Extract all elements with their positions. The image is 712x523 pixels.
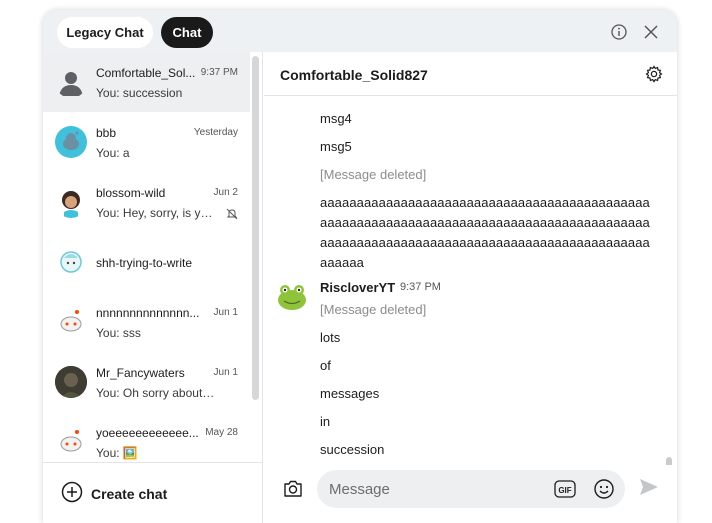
create-chat-row: Create chat <box>43 462 262 523</box>
message-text: msg5 <box>320 139 352 154</box>
message-composer: GIF <box>264 465 677 523</box>
conversation-name: Mr_Fancywaters <box>96 366 185 380</box>
message-input-box: GIF <box>317 470 625 508</box>
camera-icon[interactable] <box>282 478 304 500</box>
conversation-item[interactable]: Mr_Fancywaters Jun 1 You: Oh sorry about… <box>43 352 250 412</box>
message-timestamp: 9:37 PM <box>400 281 441 293</box>
info-icon[interactable] <box>609 22 629 42</box>
chat-topbar: Legacy Chat Chat <box>43 10 677 52</box>
conversation-time: Jun 2 <box>213 187 238 198</box>
avatar <box>55 126 87 158</box>
conversation-preview: You: succession <box>96 86 183 100</box>
conversation-time: Jun 1 <box>213 367 238 378</box>
message-text: succession <box>320 442 385 457</box>
conversation-item[interactable]: Comfortable_Sol... 9:37 PM You: successi… <box>43 52 250 112</box>
conversation-name: nnnnnnnnnnnnnn... <box>96 306 200 320</box>
conversation-name: bbb <box>96 126 117 140</box>
avatar <box>55 66 87 98</box>
message-text: msg4 <box>320 111 352 126</box>
tab-legacy-chat[interactable]: Legacy Chat <box>57 17 153 48</box>
messages-scrollbar[interactable] <box>666 457 672 465</box>
deleted-message: [Message deleted] <box>320 302 427 317</box>
chat-title: Comfortable_Solid827 <box>280 67 428 83</box>
create-chat-label: Create chat <box>91 485 168 502</box>
message-text: messages <box>320 386 380 401</box>
message-text: of <box>320 358 331 373</box>
conversation-list: Comfortable_Sol... 9:37 PM You: successi… <box>43 52 250 462</box>
avatar <box>55 306 87 338</box>
conversation-sidebar: Comfortable_Sol... 9:37 PM You: successi… <box>43 52 263 523</box>
conversation-name: yoeeeeeeeeeeee... <box>96 426 199 440</box>
sidebar-scrollbar[interactable] <box>252 56 259 400</box>
send-icon[interactable] <box>638 476 660 498</box>
conversation-preview: You: Hey, sorry, is yo... <box>96 206 216 220</box>
message-list: msg4 msg5 [Message deleted] aaaaaaaaaaaa… <box>264 97 677 465</box>
deleted-message: [Message deleted] <box>320 167 427 182</box>
gif-icon[interactable]: GIF <box>554 479 576 499</box>
chat-header: Comfortable_Solid827 <box>264 52 677 96</box>
svg-text:GIF: GIF <box>558 486 571 495</box>
conversation-time: 9:37 PM <box>200 67 238 78</box>
message-text: in <box>320 414 331 429</box>
avatar <box>55 426 87 458</box>
conversation-name: blossom-wild <box>96 186 166 200</box>
conversation-item[interactable]: shh-trying-to-write <box>43 232 250 292</box>
conversation-item[interactable]: blossom-wild Jun 2 You: Hey, sorry, is y… <box>43 172 250 232</box>
conversation-name: shh-trying-to-write <box>96 256 193 270</box>
chat-pane: Comfortable_Solid827 msg4 msg5 [Message … <box>264 52 677 523</box>
avatar <box>55 366 87 398</box>
message-text: aaaaaaaaaaaaaaaaaaaaaaaaaaaaaaaaaaaaaaaa… <box>320 195 650 270</box>
create-chat-button[interactable]: Create chat <box>61 481 167 506</box>
smiley-icon[interactable] <box>593 478 615 500</box>
avatar <box>55 246 87 278</box>
sender-avatar <box>276 280 308 312</box>
conversation-item[interactable]: bbb Yesterday You: a <box>43 112 250 172</box>
message-text: lots <box>320 330 341 345</box>
conversation-name: Comfortable_Sol... <box>96 66 196 80</box>
conversation-preview: You: sss <box>96 326 141 340</box>
close-icon[interactable] <box>641 22 661 42</box>
message-input[interactable] <box>329 479 549 499</box>
conversation-time: Yesterday <box>193 127 238 138</box>
conversation-item[interactable]: yoeeeeeeeeeeee... May 28 You: 🖼️ <box>43 412 250 462</box>
sender-name[interactable]: RiscloverYT <box>320 280 395 295</box>
tab-chat[interactable]: Chat <box>161 17 213 48</box>
conversation-time: Jun 1 <box>213 307 238 318</box>
bell-off-icon <box>226 207 238 225</box>
avatar <box>55 186 87 218</box>
chat-window: Legacy Chat Chat Comfortable_Sol... 9:37… <box>43 10 677 523</box>
gear-icon[interactable] <box>645 65 663 83</box>
conversation-preview: You: 🖼️ <box>96 446 138 460</box>
conversation-time: May 28 <box>205 427 238 438</box>
conversation-preview: You: Oh sorry about th... <box>96 386 216 400</box>
conversation-item[interactable]: nnnnnnnnnnnnnn... Jun 1 You: sss <box>43 292 250 352</box>
conversation-preview: You: a <box>96 146 130 160</box>
plus-circle-icon <box>61 481 83 506</box>
